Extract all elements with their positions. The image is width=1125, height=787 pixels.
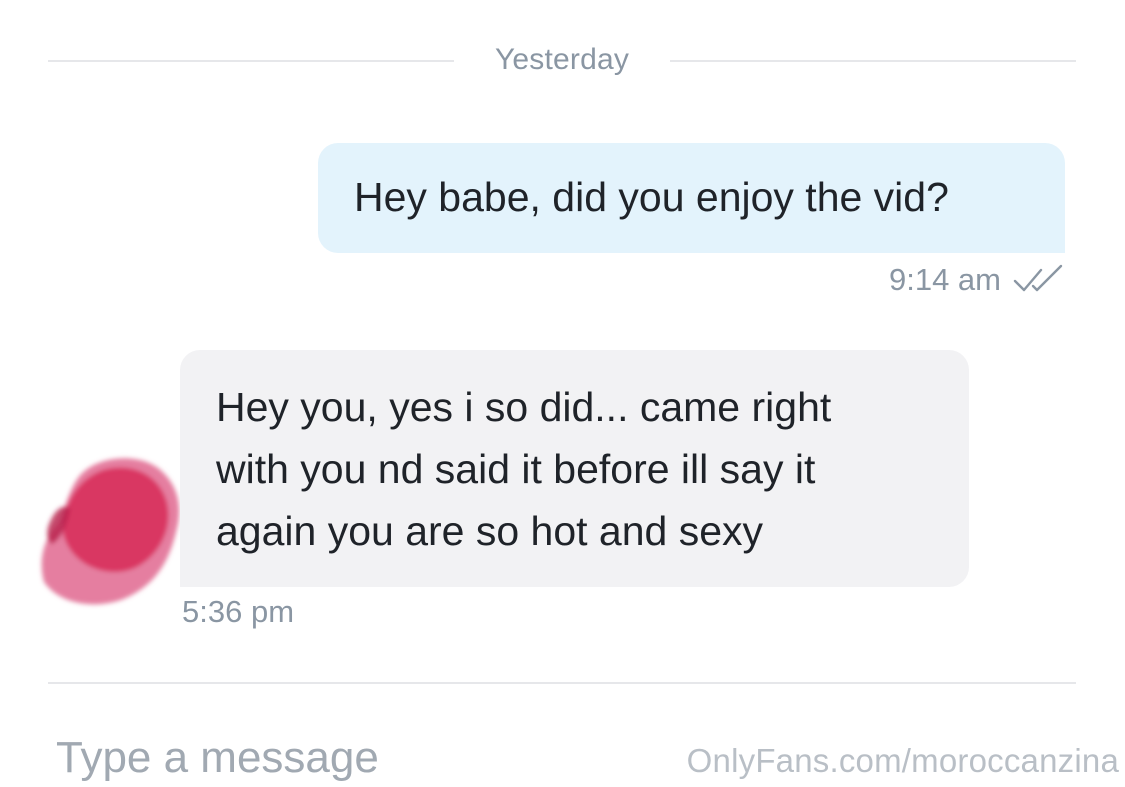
chat-screen: Yesterday Hey babe, did you enjoy the vi… bbox=[0, 0, 1125, 787]
divider-line-left bbox=[48, 60, 454, 62]
incoming-message-time: 5:36 pm bbox=[182, 594, 295, 629]
composer-divider bbox=[48, 682, 1076, 684]
date-divider: Yesterday bbox=[48, 40, 1076, 80]
avatar-redacted[interactable] bbox=[34, 452, 184, 612]
incoming-message-line: again you are so hot and sexy bbox=[216, 508, 764, 554]
message-input[interactable] bbox=[56, 728, 616, 787]
incoming-message-line: Hey you, yes i so did... came right bbox=[216, 384, 832, 430]
outgoing-message-text: Hey babe, did you enjoy the vid? bbox=[354, 174, 949, 220]
outgoing-message-bubble[interactable]: Hey babe, did you enjoy the vid? bbox=[318, 143, 1065, 253]
incoming-message-line: with you nd said it before ill say it bbox=[216, 446, 816, 492]
incoming-message-bubble[interactable]: Hey you, yes i so did... came right with… bbox=[180, 350, 969, 587]
outgoing-message-time: 9:14 am bbox=[888, 262, 1001, 297]
date-divider-label: Yesterday bbox=[494, 43, 630, 76]
divider-line-right bbox=[670, 60, 1076, 62]
double-check-icon bbox=[1013, 264, 1063, 292]
watermark-text: OnlyFans.com/moroccanzina bbox=[686, 742, 1119, 779]
outgoing-message-meta: 9:14 am bbox=[889, 262, 1065, 298]
